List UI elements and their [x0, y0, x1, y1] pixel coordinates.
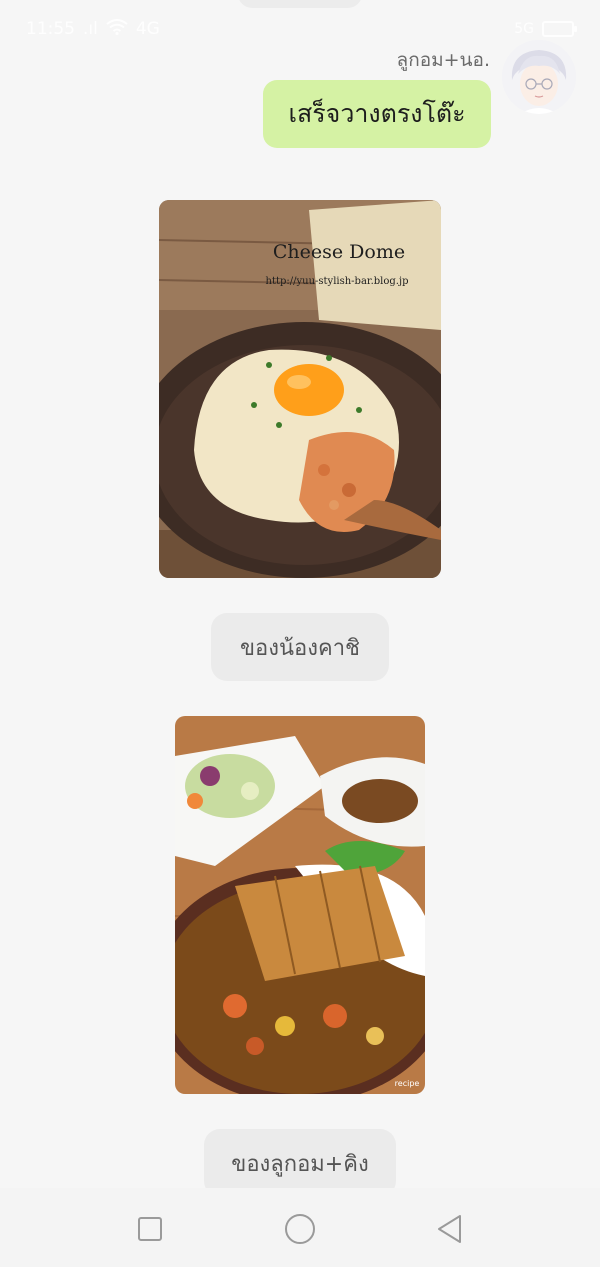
previous-system-pill: [238, 0, 362, 8]
caption-pill: ของลูกอม+คิง: [204, 1129, 396, 1197]
wifi-icon: [106, 18, 128, 40]
caption-text: ของน้องคาชิ: [240, 635, 360, 661]
navigation-bar: [0, 1188, 600, 1267]
photo-katsu-curry[interactable]: recipe: [175, 716, 425, 1094]
recent-apps-button[interactable]: [133, 1212, 167, 1246]
message-text: เสร็จวางตรงโต๊ะ: [288, 99, 466, 128]
circle-icon: [285, 1214, 315, 1244]
battery-icon: [542, 21, 577, 37]
photo-cheese-dome[interactable]: Cheese Dome http://yuu-stylish-bar.blog.…: [159, 200, 441, 578]
status-time: 11:55: [26, 19, 75, 39]
avatar[interactable]: [502, 40, 576, 114]
photo-watermark: recipe: [395, 1079, 420, 1088]
photo-overlay-url: http://yuu-stylish-bar.blog.jp: [266, 276, 409, 287]
home-button[interactable]: [283, 1212, 317, 1246]
back-button[interactable]: [433, 1212, 467, 1246]
data-indicator: 4G: [135, 19, 160, 39]
signal-icon: .ıl: [83, 19, 98, 39]
message-bubble[interactable]: เสร็จวางตรงโต๊ะ: [263, 80, 491, 148]
photo-overlay-title: Cheese Dome: [273, 241, 405, 263]
caption-pill: ของน้องคาชิ: [211, 613, 389, 681]
square-icon: [138, 1217, 162, 1241]
sim-indicator: 5G: [514, 21, 534, 37]
status-bar: 11:55 .ıl 4G 5G: [26, 14, 577, 44]
sender-name: ลูกอม+นอ.: [396, 49, 490, 71]
triangle-back-icon: [438, 1215, 461, 1243]
caption-text: ของลูกอม+คิง: [231, 1151, 369, 1177]
